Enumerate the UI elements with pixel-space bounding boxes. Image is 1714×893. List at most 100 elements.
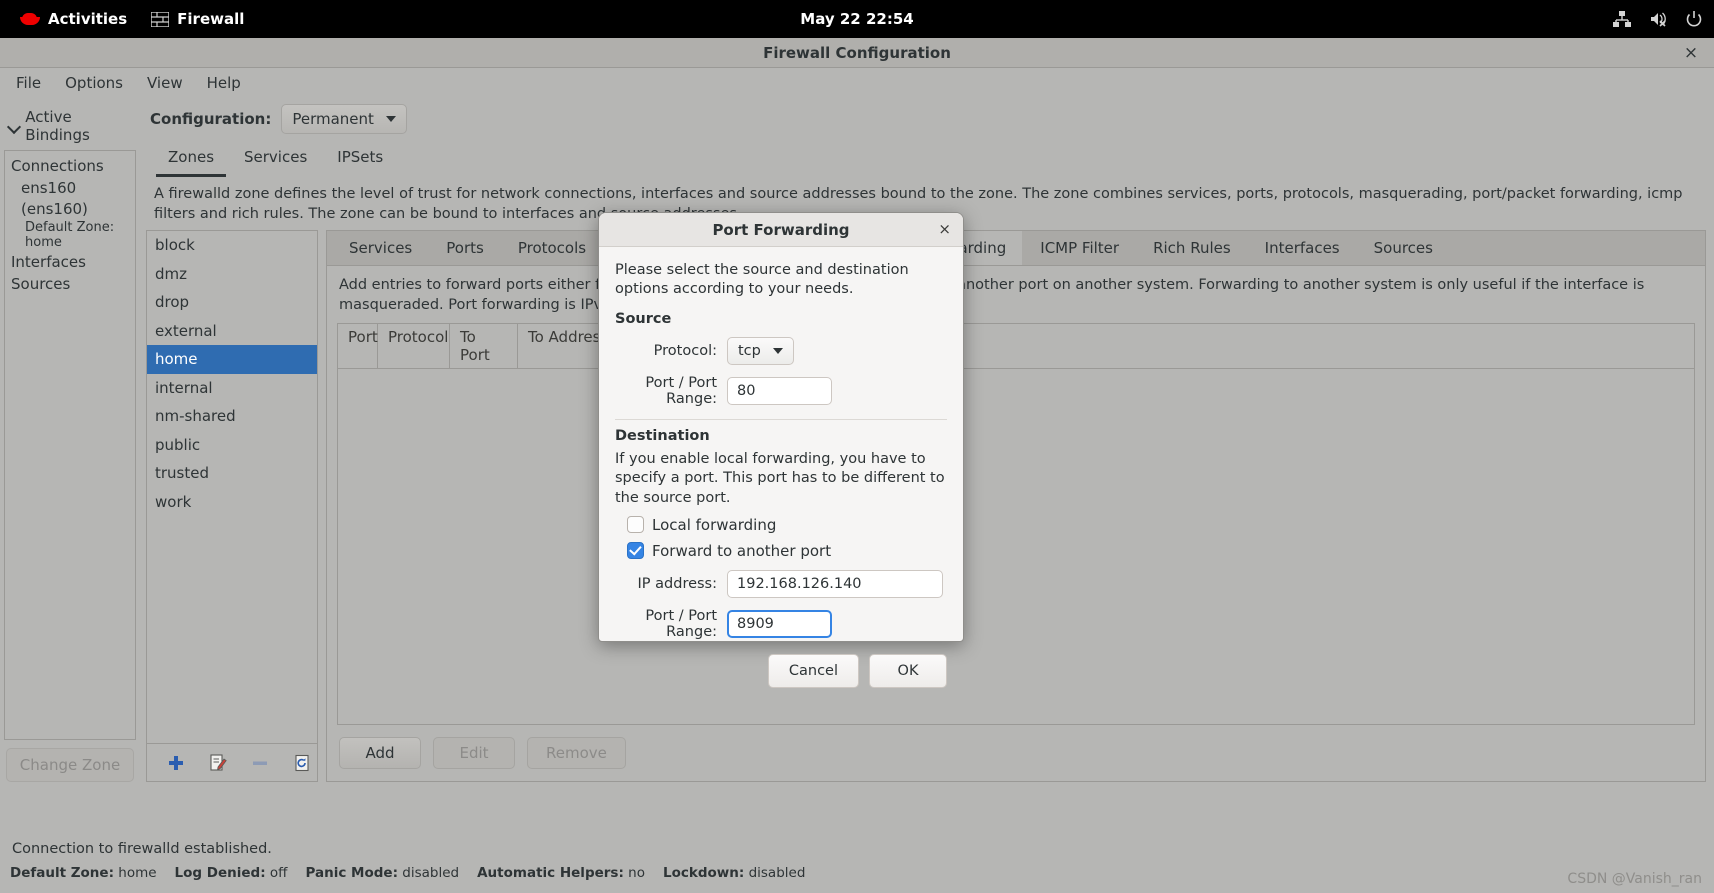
zone-list[interactable]: block dmz drop external home internal nm… bbox=[146, 230, 318, 744]
status-automatic-helpers-value: no bbox=[628, 865, 645, 881]
source-port-row: Port / Port Range: 80 bbox=[615, 375, 947, 407]
clock: May 22 22:54 bbox=[800, 10, 914, 28]
status-default-zone-label: Default Zone: bbox=[10, 865, 114, 881]
menu-file[interactable]: File bbox=[6, 71, 51, 95]
remove-button: Remove bbox=[527, 737, 626, 769]
tab-interfaces[interactable]: Interfaces bbox=[1249, 231, 1356, 265]
panel-buttons: Add Edit Remove bbox=[327, 725, 1705, 781]
local-forwarding-label: Local forwarding bbox=[652, 515, 777, 534]
firewall-app-icon bbox=[150, 10, 170, 28]
status-log-denied-label: Log Denied: bbox=[174, 865, 266, 881]
close-icon[interactable]: × bbox=[938, 222, 951, 237]
source-port-input[interactable]: 80 bbox=[727, 377, 832, 406]
dialog-intro: Please select the source and destination… bbox=[615, 262, 909, 298]
status-lockdown-value: disabled bbox=[748, 865, 806, 881]
menu-view[interactable]: View bbox=[137, 71, 193, 95]
port-forwarding-dialog: Port Forwarding × Please select the sour… bbox=[598, 212, 964, 688]
protocol-select[interactable]: tcp bbox=[727, 337, 794, 366]
forward-to-another-port-checkbox[interactable] bbox=[627, 542, 644, 560]
tree-item-ens160[interactable]: ens160 (ens160) bbox=[5, 177, 135, 220]
status-log-denied: Log Denied: off bbox=[175, 865, 288, 881]
column-to-port: To Port bbox=[450, 324, 518, 369]
zone-item-public[interactable]: public bbox=[147, 431, 317, 460]
configuration-value: Permanent bbox=[292, 110, 374, 128]
panel-description: Add entries to forward ports either from… bbox=[339, 277, 1645, 313]
port-forward-table[interactable]: Port Protocol To Port To Address bbox=[337, 323, 1695, 725]
status-bar: Connection to firewalld established. Def… bbox=[0, 831, 1714, 893]
close-icon[interactable]: × bbox=[1682, 44, 1700, 62]
tab-ports[interactable]: Ports bbox=[430, 231, 500, 265]
reload-icon[interactable] bbox=[293, 754, 311, 772]
active-bindings-header[interactable]: Active Bindings bbox=[4, 104, 136, 150]
zone-list-panel: block dmz drop external home internal nm… bbox=[146, 230, 318, 782]
status-lockdown: Lockdown: disabled bbox=[663, 865, 805, 881]
status-automatic-helpers-label: Automatic Helpers: bbox=[477, 865, 624, 881]
chevron-down-icon bbox=[772, 348, 783, 355]
zone-item-home[interactable]: home bbox=[147, 345, 317, 374]
activities-button[interactable]: Activities bbox=[8, 0, 139, 38]
ip-address-input[interactable]: 192.168.126.140 bbox=[727, 569, 943, 598]
remove-icon[interactable] bbox=[251, 754, 269, 772]
destination-description: If you enable local forwarding, you have… bbox=[615, 451, 945, 506]
zone-item-block[interactable]: block bbox=[147, 231, 317, 260]
tab-services[interactable]: Services bbox=[232, 142, 319, 177]
status-panic-mode-label: Panic Mode: bbox=[305, 865, 398, 881]
tab-zones[interactable]: Zones bbox=[156, 142, 227, 177]
zone-item-dmz[interactable]: dmz bbox=[147, 260, 317, 289]
zone-item-drop[interactable]: drop bbox=[147, 288, 317, 317]
source-section-title: Source bbox=[615, 311, 672, 328]
tab-sources[interactable]: Sources bbox=[1358, 231, 1449, 265]
edit-icon[interactable] bbox=[209, 753, 227, 772]
edit-button: Edit bbox=[433, 737, 515, 769]
source-port-label: Port / Port Range: bbox=[645, 375, 717, 408]
status-lockdown-label: Lockdown: bbox=[662, 865, 745, 881]
tree-item-interfaces[interactable]: Interfaces bbox=[5, 251, 135, 273]
menu-options[interactable]: Options bbox=[55, 71, 133, 95]
power-icon[interactable] bbox=[1684, 9, 1704, 29]
zone-item-internal[interactable]: internal bbox=[147, 374, 317, 403]
change-zone-button[interactable]: Change Zone bbox=[6, 748, 134, 782]
main-tabs[interactable]: Zones Services IPSets bbox=[146, 136, 1706, 177]
bindings-tree[interactable]: Connections ens160 (ens160) Default Zone… bbox=[4, 150, 136, 740]
dialog-title: Port Forwarding bbox=[712, 220, 850, 239]
tree-item-connections[interactable]: Connections bbox=[5, 155, 135, 177]
volume-muted-icon[interactable] bbox=[1648, 9, 1668, 29]
cancel-button[interactable]: Cancel bbox=[767, 653, 859, 688]
activities-label: Activities bbox=[48, 10, 128, 28]
menu-bar: File Options View Help bbox=[0, 68, 1714, 98]
tab-icmp-filter[interactable]: ICMP Filter bbox=[1024, 231, 1135, 265]
tab-rich-rules[interactable]: Rich Rules bbox=[1137, 231, 1247, 265]
configuration-select[interactable]: Permanent bbox=[281, 104, 407, 134]
app-menu-firewall[interactable]: Firewall bbox=[139, 0, 256, 38]
zone-item-nm-shared[interactable]: nm-shared bbox=[147, 402, 317, 431]
zone-item-work[interactable]: work bbox=[147, 488, 317, 517]
tab-services[interactable]: Services bbox=[333, 231, 428, 265]
configuration-label: Configuration: bbox=[150, 110, 272, 128]
zone-settings-tabs[interactable]: Services Ports Protocols Source Ports Ma… bbox=[327, 231, 1705, 267]
status-panic-mode: Panic Mode: disabled bbox=[305, 865, 459, 881]
zone-item-external[interactable]: external bbox=[147, 317, 317, 346]
column-protocol: Protocol bbox=[378, 324, 450, 369]
local-forwarding-checkbox[interactable] bbox=[627, 516, 644, 534]
add-button[interactable]: Add bbox=[339, 737, 421, 769]
zone-item-trusted[interactable]: trusted bbox=[147, 459, 317, 488]
tab-ipsets[interactable]: IPSets bbox=[325, 142, 395, 177]
network-icon[interactable] bbox=[1612, 9, 1632, 29]
system-tray[interactable] bbox=[1612, 0, 1704, 38]
dialog-actions: Cancel OK bbox=[599, 640, 963, 702]
status-panic-mode-value: disabled bbox=[402, 865, 460, 881]
status-fields: Default Zone: home Log Denied: off Panic… bbox=[10, 865, 1704, 881]
tree-item-sources[interactable]: Sources bbox=[5, 273, 135, 295]
local-forwarding-row[interactable]: Local forwarding bbox=[615, 516, 947, 534]
dest-port-input[interactable]: 8909 bbox=[727, 609, 832, 638]
table-header-row: Port Protocol To Port To Address bbox=[338, 324, 1694, 370]
menu-help[interactable]: Help bbox=[197, 71, 251, 95]
configuration-row: Configuration: Permanent bbox=[146, 102, 1706, 136]
watermark: CSDN @Vanish_ran bbox=[1567, 871, 1702, 887]
chevron-down-icon bbox=[8, 122, 19, 130]
forward-another-row[interactable]: Forward to another port bbox=[615, 542, 947, 560]
add-icon[interactable] bbox=[167, 754, 185, 772]
tab-protocols[interactable]: Protocols bbox=[502, 231, 602, 265]
ip-address-label: IP address: bbox=[637, 575, 717, 592]
ok-button[interactable]: OK bbox=[869, 653, 947, 688]
